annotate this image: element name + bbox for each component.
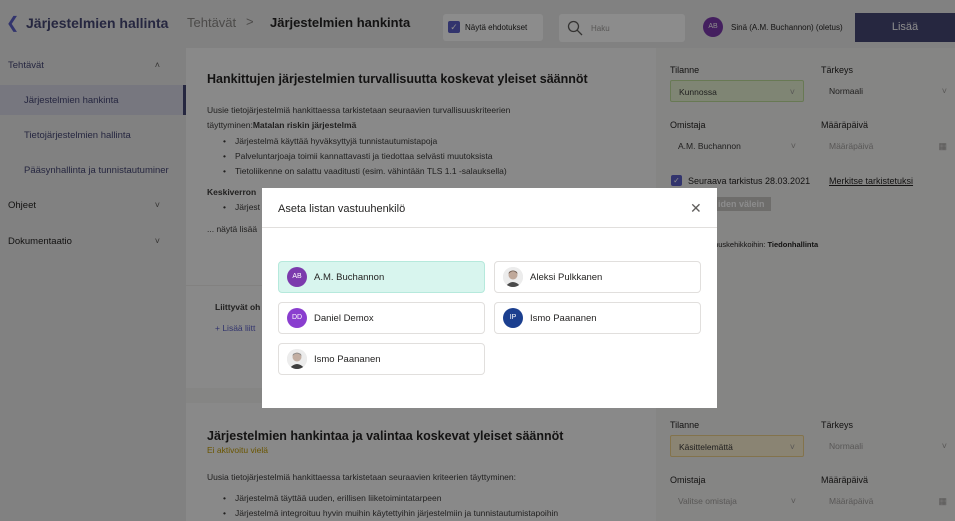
person-option-buchannon[interactable]: AB A.M. Buchannon [278, 261, 485, 293]
avatar-photo [287, 349, 307, 369]
dialog-title: Aseta listan vastuuhenkilö [278, 203, 406, 215]
person-option-paananen-photo[interactable]: Ismo Paananen [278, 343, 485, 375]
person-name: Ismo Paananen [530, 313, 597, 324]
person-name: Aleksi Pulkkanen [530, 272, 603, 283]
person-photo-icon [287, 349, 307, 369]
avatar: IP [503, 308, 523, 328]
person-option-paananen-initials[interactable]: IP Ismo Paananen [494, 302, 701, 334]
person-option-pulkkanen[interactable]: Aleksi Pulkkanen [494, 261, 701, 293]
person-option-demox[interactable]: DD Daniel Demox [278, 302, 485, 334]
person-photo-icon [503, 267, 523, 287]
avatar: AB [287, 267, 307, 287]
avatar-photo [503, 267, 523, 287]
person-name: Daniel Demox [314, 313, 374, 324]
assign-owner-dialog: Aseta listan vastuuhenkilö ✕ AB A.M. Buc… [262, 188, 717, 408]
person-name: Ismo Paananen [314, 354, 381, 365]
person-name: A.M. Buchannon [314, 272, 385, 283]
divider [262, 227, 717, 228]
close-icon[interactable]: ✕ [690, 200, 702, 217]
avatar: DD [287, 308, 307, 328]
